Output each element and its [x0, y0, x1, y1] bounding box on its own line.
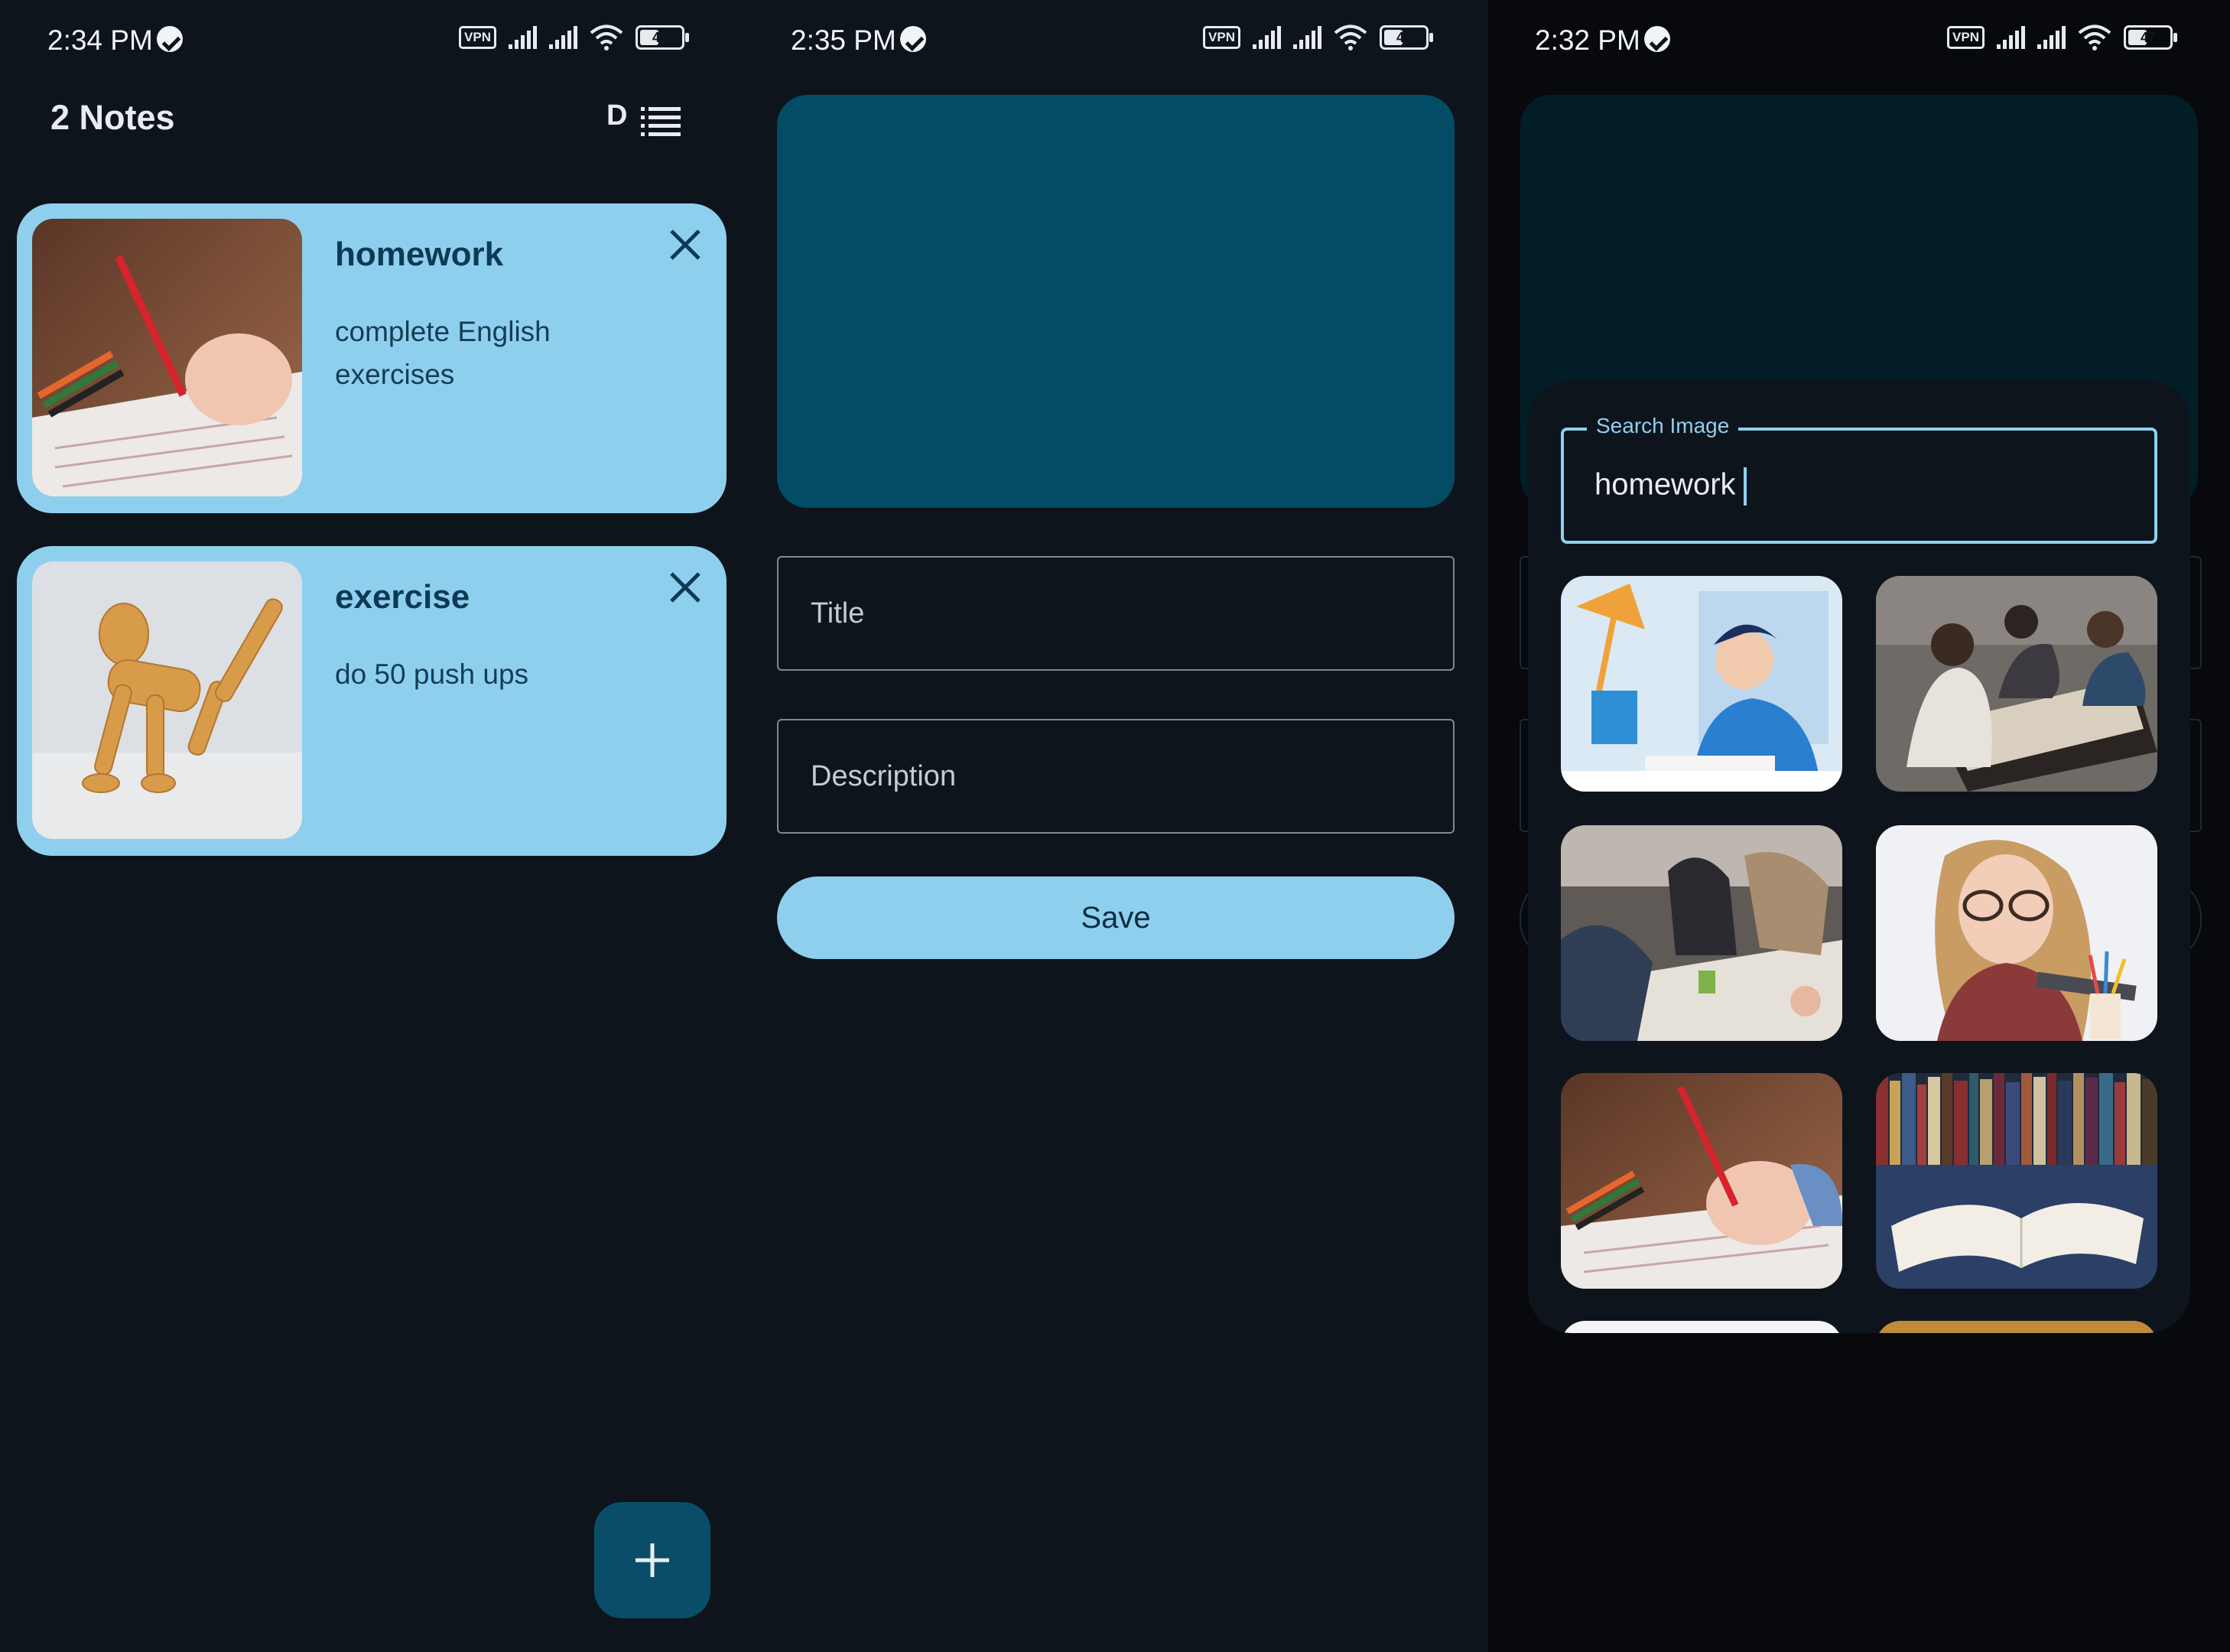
- signal-icon: [1253, 26, 1281, 49]
- note-card[interactable]: exercise do 50 push ups: [17, 546, 727, 856]
- note-title: homework: [335, 236, 504, 273]
- note-image: [32, 561, 302, 839]
- title-placeholder: Title: [811, 597, 865, 629]
- search-result-image[interactable]: [1876, 825, 2157, 1041]
- status-time: 2:32 PM: [1535, 24, 1640, 56]
- status-time: 2:34 PM: [47, 24, 153, 56]
- wifi-icon: [590, 24, 623, 50]
- cast-icon: [900, 26, 926, 52]
- search-result-image[interactable]: [1561, 576, 1842, 792]
- search-result-image[interactable]: [1561, 825, 1842, 1041]
- cast-icon: [157, 26, 183, 52]
- vpn-icon: VPN: [1203, 26, 1240, 49]
- note-description: complete English exercises: [335, 316, 551, 390]
- search-result-image[interactable]: [1876, 1073, 2157, 1289]
- search-image-input[interactable]: Search Image homework: [1561, 414, 2157, 544]
- close-icon[interactable]: [667, 569, 704, 606]
- note-card[interactable]: homework complete English exercises: [17, 203, 727, 513]
- note-title: exercise: [335, 578, 470, 616]
- wifi-icon: [2078, 24, 2111, 50]
- search-image-screen: 2:32 PM VPN 47 Search Image homework: [1487, 0, 2230, 1652]
- signal-icon: [1293, 26, 1321, 49]
- page-title: 2 Notes: [50, 98, 175, 137]
- plus-icon: [636, 1543, 669, 1577]
- search-result-image[interactable]: [1876, 576, 2157, 792]
- add-note-screen: 2:35 PM VPN 47 Title Description Save: [743, 0, 1486, 1652]
- notes-list-screen: 2:34 PM VPN 47 2 Notes D homework comple…: [0, 0, 742, 1652]
- cast-icon: [1644, 26, 1670, 52]
- text-caret: [1743, 467, 1747, 506]
- list-view-icon[interactable]: [641, 106, 681, 136]
- vpn-icon: VPN: [1947, 26, 1985, 49]
- battery-icon: 47: [1380, 25, 1433, 50]
- search-result-image[interactable]: [1561, 1073, 1842, 1289]
- image-picker-box[interactable]: [777, 95, 1455, 508]
- vpn-icon: VPN: [459, 26, 496, 49]
- status-bar: 2:34 PM VPN 47: [0, 17, 742, 63]
- status-bar: 2:32 PM VPN 47: [1487, 17, 2230, 63]
- status-bar: 2:35 PM VPN 47: [743, 17, 1486, 63]
- add-note-button[interactable]: [594, 1502, 710, 1618]
- signal-icon: [509, 26, 537, 49]
- search-image-sheet: Search Image homework: [1528, 380, 2190, 1333]
- search-result-image[interactable]: [1561, 1321, 1842, 1333]
- signal-icon: [549, 26, 577, 49]
- search-label: Search Image: [1587, 414, 1739, 438]
- battery-icon: 47: [2124, 25, 2177, 50]
- sort-toggle[interactable]: D: [606, 99, 627, 132]
- status-time: 2:35 PM: [791, 24, 896, 56]
- battery-icon: 47: [636, 25, 689, 50]
- search-text: homework: [1594, 467, 1736, 502]
- status-icons: VPN 47: [1203, 24, 1433, 50]
- signal-icon: [1997, 26, 2025, 49]
- title-field[interactable]: Title: [777, 556, 1455, 671]
- status-icons: VPN 47: [459, 24, 689, 50]
- search-value: homework: [1594, 467, 1747, 506]
- note-description: do 50 push ups: [335, 659, 529, 690]
- note-image: [32, 219, 302, 496]
- search-result-image[interactable]: [1876, 1321, 2157, 1333]
- description-field[interactable]: Description: [777, 719, 1455, 834]
- signal-icon: [2037, 26, 2066, 49]
- save-button[interactable]: Save: [777, 876, 1455, 959]
- description-placeholder: Description: [811, 760, 957, 792]
- status-icons: VPN 47: [1947, 24, 2177, 50]
- close-icon[interactable]: [667, 226, 704, 263]
- wifi-icon: [1334, 24, 1367, 50]
